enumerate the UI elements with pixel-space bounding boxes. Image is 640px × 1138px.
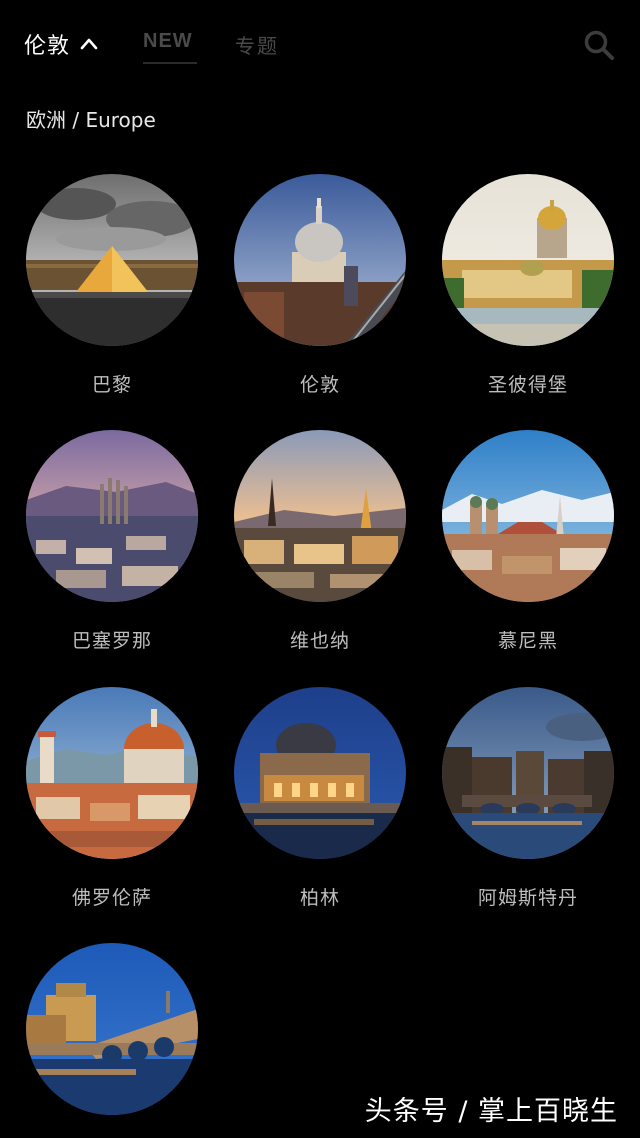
florence-duomo-photo <box>26 687 198 859</box>
city-card-florence[interactable]: 佛罗伦萨 <box>26 687 198 923</box>
city-card-barcelona[interactable]: 巴塞罗那 <box>26 430 198 666</box>
st-isaacs-photo <box>442 174 614 346</box>
city-photo-florence <box>26 687 198 859</box>
watermark-text: 头条号 / 掌上百晓生 <box>364 1096 618 1127</box>
city-card-paris[interactable]: 巴黎 <box>26 174 198 410</box>
frauenkirche-photo <box>442 430 614 602</box>
city-photo-vienna <box>234 430 406 602</box>
city-grid: 巴黎 伦敦 圣彼得堡 巴塞罗那 维也纳 慕尼黑 佛罗伦萨 柏林 阿姆斯特丹 <box>0 0 640 1138</box>
city-list-screen: 伦敦 NEW 专题 欧洲 / Europe 巴黎 伦敦 圣彼得堡 巴塞罗那 维也… <box>0 0 640 1138</box>
sagrada-familia-photo <box>26 430 198 602</box>
city-name: 巴黎 <box>91 374 132 396</box>
city-name: 巴塞罗那 <box>71 630 152 652</box>
bode-museum-photo <box>234 687 406 859</box>
castel-sant-angelo-photo <box>26 943 198 1115</box>
city-name: 柏林 <box>299 887 340 909</box>
city-card-vienna[interactable]: 维也纳 <box>234 430 406 666</box>
city-photo-paris <box>26 174 198 346</box>
city-card-berlin[interactable]: 柏林 <box>234 687 406 923</box>
city-photo-amsterdam <box>442 687 614 859</box>
city-name: 伦敦 <box>299 374 340 396</box>
city-card-amsterdam[interactable]: 阿姆斯特丹 <box>442 687 614 923</box>
city-photo-st-petersburg <box>442 174 614 346</box>
city-card-st-petersburg[interactable]: 圣彼得堡 <box>442 174 614 410</box>
vienna-skyline-photo <box>234 430 406 602</box>
city-photo-london <box>234 174 406 346</box>
city-photo-berlin <box>234 687 406 859</box>
city-name: 圣彼得堡 <box>487 374 568 396</box>
city-name: 阿姆斯特丹 <box>477 887 578 909</box>
city-name: 佛罗伦萨 <box>71 887 152 909</box>
city-card-rome[interactable] <box>26 943 198 1138</box>
city-name: 慕尼黑 <box>497 630 558 652</box>
city-photo-barcelona <box>26 430 198 602</box>
city-name: 维也纳 <box>289 630 350 652</box>
louvre-photo <box>26 174 198 346</box>
city-card-london[interactable]: 伦敦 <box>234 174 406 410</box>
amsterdam-canal-photo <box>442 687 614 859</box>
city-photo-munich <box>442 430 614 602</box>
city-card-munich[interactable]: 慕尼黑 <box>442 430 614 666</box>
st-pauls-photo <box>234 174 406 346</box>
city-photo-rome <box>26 943 198 1115</box>
